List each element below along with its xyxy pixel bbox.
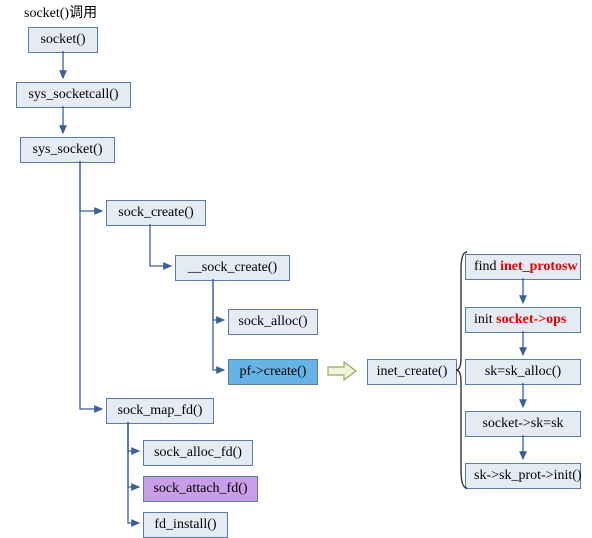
diagram-title: socket()调用 — [24, 2, 97, 22]
node-socket: socket() — [28, 27, 98, 53]
node-sock-alloc: sock_alloc() — [228, 309, 318, 335]
node-sys-socketcall: sys_socketcall() — [16, 82, 131, 108]
text-init-pre: init — [474, 312, 496, 327]
node-inet-create: inet_create() — [367, 359, 457, 385]
node-sock-attach-fd: sock_attach_fd() — [143, 476, 258, 502]
node-find-protosw: find inet_protosw — [465, 254, 581, 280]
text-find-pre: find — [474, 259, 500, 274]
node-sk-prot-init: sk->sk_prot->init() — [465, 463, 581, 489]
big-arrow-icon — [327, 361, 357, 381]
node-sock-create: sock_create() — [106, 200, 206, 226]
node-init-ops: init socket->ops — [465, 307, 581, 333]
node-sock-alloc-fd: sock_alloc_fd() — [143, 440, 253, 466]
text-init-em: socket->ops — [496, 312, 566, 327]
node-fd-install: fd_install() — [143, 512, 228, 538]
node-sock-map-fd: sock_map_fd() — [106, 398, 214, 424]
brace-icon — [455, 250, 469, 490]
node-sk-alloc: sk=sk_alloc() — [465, 359, 581, 385]
node-pf-create: pf->create() — [228, 359, 318, 385]
node-socket-sk: socket->sk=sk — [465, 411, 581, 437]
text-find-em: inet_protosw — [500, 259, 578, 274]
node-sock-create2: __sock_create() — [175, 255, 290, 281]
node-sys-socket: sys_socket() — [20, 137, 115, 163]
